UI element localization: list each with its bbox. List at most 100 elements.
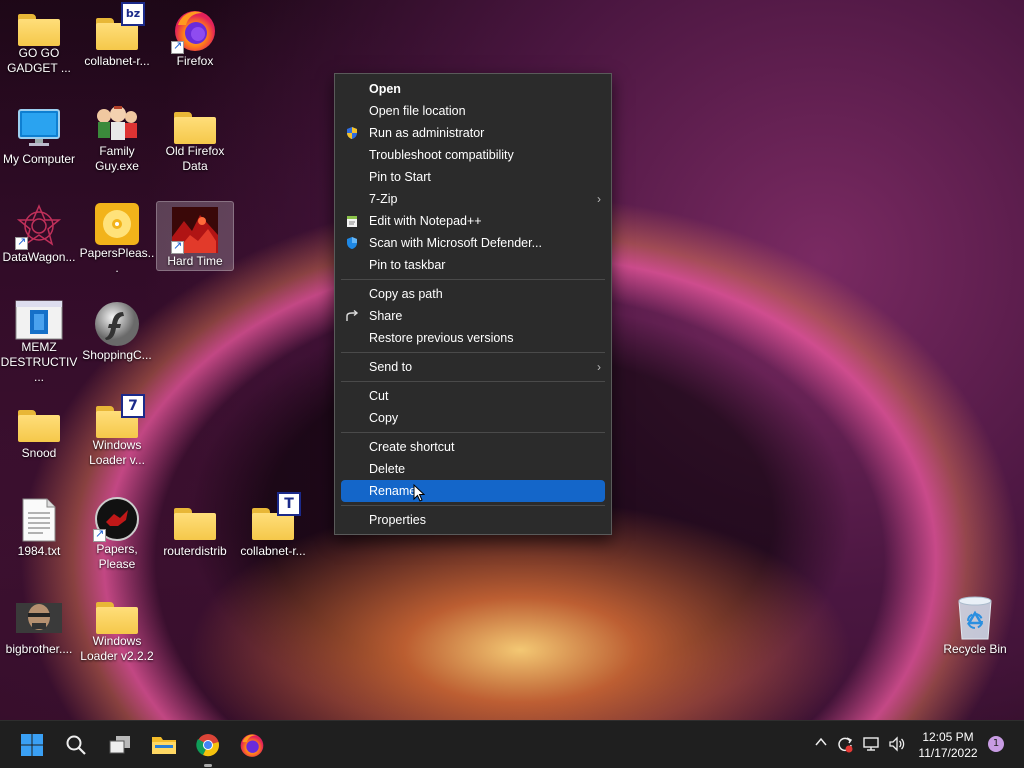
desktop-icon-my-computer[interactable]: My Computer	[0, 100, 78, 170]
desktop-icon-routerdistrib[interactable]: routerdistrib	[156, 492, 234, 562]
menu-separator	[341, 279, 605, 280]
firefox-icon	[171, 6, 219, 54]
menu-item-label: Scan with Microsoft Defender...	[369, 236, 542, 250]
desktop-icon-label: PapersPleas...	[79, 246, 155, 275]
clock-date: 11/17/2022	[918, 746, 978, 760]
menu-separator	[341, 505, 605, 506]
menu-item-cut[interactable]: Cut	[341, 385, 605, 407]
network-icon[interactable]	[862, 735, 880, 753]
desktop-icon-1984-txt[interactable]: 1984.txt	[0, 492, 78, 562]
defender-shield-icon	[347, 237, 357, 249]
family-guy-icon	[93, 104, 141, 144]
desktop-icon-windows-loader[interactable]: 7 Windows Loader v...	[78, 394, 156, 467]
hard-time-icon	[171, 206, 219, 254]
desktop-icon-bigbrother[interactable]: bigbrother....	[0, 590, 78, 660]
menu-item-label: Send to	[369, 360, 413, 374]
menu-item-label: Open file location	[369, 104, 466, 118]
folder-icon	[18, 410, 60, 442]
desktop-icon-snood[interactable]: Snood	[0, 394, 78, 464]
clock-time: 12:05 PM	[922, 730, 974, 744]
chrome-button[interactable]	[190, 727, 226, 767]
seven-badge: 7	[121, 394, 145, 418]
desktop-icon-family-guy[interactable]: Family Guy.exe	[78, 100, 156, 173]
menu-item-label: Pin to taskbar	[369, 258, 446, 272]
start-button[interactable]	[14, 727, 50, 763]
folder-icon	[18, 14, 60, 46]
menu-item-properties[interactable]: Properties	[341, 509, 605, 531]
share-icon	[346, 309, 359, 321]
notification-badge[interactable]: 1	[988, 736, 1004, 752]
memz-icon	[15, 300, 63, 340]
menu-item-pin-to-taskbar[interactable]: Pin to taskbar	[341, 254, 605, 276]
menu-item-rename[interactable]: Rename	[341, 480, 605, 502]
menu-item-label: Properties	[369, 513, 426, 527]
desktop-icon-papers-please[interactable]: Papers, Please	[78, 492, 156, 571]
desktop-icon-go-go-gadget[interactable]: GO GO GADGET ...	[0, 2, 78, 75]
menu-item-pin-to-start[interactable]: Pin to Start	[341, 166, 605, 188]
desktop-icon-collabnet-t[interactable]: T collabnet-r...	[234, 492, 312, 562]
uac-shield-icon	[347, 127, 357, 139]
menu-item-label: Run as administrator	[369, 126, 485, 140]
file-explorer-button[interactable]	[146, 727, 182, 763]
search-icon	[66, 735, 86, 755]
menu-item-run-as-admin[interactable]: Run as administrator	[341, 122, 605, 144]
folder-icon	[96, 602, 138, 634]
desktop-icon-firefox[interactable]: Firefox	[156, 2, 234, 72]
desktop-icon-label: Papers, Please	[96, 542, 138, 571]
desktop-icon-collabnet-bz[interactable]: bz collabnet-r...	[78, 2, 156, 72]
search-button[interactable]	[58, 727, 94, 763]
running-indicator	[204, 764, 212, 767]
datawagon-icon	[15, 202, 63, 250]
sync-error-icon[interactable]	[836, 735, 854, 753]
desktop-icon-recycle-bin[interactable]: Recycle Bin	[936, 590, 1014, 660]
desktop-icon-hard-time[interactable]: Hard Time	[156, 201, 234, 271]
menu-item-delete[interactable]: Delete	[341, 458, 605, 480]
menu-item-label: Restore previous versions	[369, 331, 514, 345]
menu-item-create-shortcut[interactable]: Create shortcut	[341, 436, 605, 458]
desktop-icon-label: ShoppingC...	[82, 348, 152, 362]
desktop-icon-papers-please-disc[interactable]: PapersPleas...	[78, 198, 156, 275]
desktop-icon-label: Recycle Bin	[943, 642, 1007, 656]
desktop-icon-windows-loader-222[interactable]: Windows Loader v2.2.2	[78, 590, 156, 663]
menu-item-scan-defender[interactable]: Scan with Microsoft Defender...	[341, 232, 605, 254]
menu-item-open[interactable]: Open	[341, 78, 605, 100]
disc-icon	[93, 202, 141, 246]
menu-item-troubleshoot[interactable]: Troubleshoot compatibility	[341, 144, 605, 166]
menu-item-7zip[interactable]: 7-Zip ›	[341, 188, 605, 210]
menu-item-copy-as-path[interactable]: Copy as path	[341, 283, 605, 305]
clock[interactable]: 12:05 PM 11/17/2022	[912, 729, 984, 761]
menu-item-label: 7-Zip	[369, 192, 398, 206]
menu-item-label: Cut	[369, 389, 389, 403]
volume-icon[interactable]	[888, 735, 906, 753]
menu-separator	[341, 381, 605, 382]
shortcut-arrow-icon	[93, 527, 106, 542]
desktop-icon-datawagon[interactable]: DataWagon...	[0, 198, 78, 268]
menu-item-label: Pin to Start	[369, 170, 431, 184]
menu-item-copy[interactable]: Copy	[341, 407, 605, 429]
menu-item-label: Edit with Notepad++	[369, 214, 482, 228]
menu-item-send-to[interactable]: Send to ›	[341, 356, 605, 378]
menu-item-label: Open	[369, 82, 401, 96]
flash-icon	[93, 300, 141, 348]
desktop-icon-label: collabnet-r...	[84, 54, 150, 68]
desktop-icon-label: MEMZ DESTRUCTIV...	[0, 340, 78, 384]
menu-item-edit-notepad[interactable]: Edit with Notepad++	[341, 210, 605, 232]
chrome-icon	[196, 734, 219, 757]
chevron-up-icon[interactable]	[812, 735, 830, 753]
menu-item-restore-previous[interactable]: Restore previous versions	[341, 327, 605, 349]
desktop-icon-old-firefox-data[interactable]: Old Firefox Data	[156, 100, 234, 173]
desktop-icon-memz[interactable]: MEMZ DESTRUCTIV...	[0, 296, 78, 384]
menu-item-open-file-location[interactable]: Open file location	[341, 100, 605, 122]
shortcut-arrow-icon	[171, 239, 184, 254]
text-file-icon	[15, 496, 63, 544]
t-badge: T	[277, 492, 301, 516]
desktop-icon-label: Hard Time	[167, 254, 223, 268]
desktop-icon-shoppingc[interactable]: ShoppingC...	[78, 296, 156, 366]
desktop-icon-label: 1984.txt	[17, 544, 61, 558]
menu-item-share[interactable]: Share	[341, 305, 605, 327]
bigbrother-icon	[15, 594, 63, 642]
desktop-icon-label: Family Guy.exe	[95, 144, 139, 173]
desktop-icon-label: collabnet-r...	[240, 544, 306, 558]
firefox-taskbar-button[interactable]	[234, 727, 270, 763]
task-view-button[interactable]	[102, 727, 138, 763]
